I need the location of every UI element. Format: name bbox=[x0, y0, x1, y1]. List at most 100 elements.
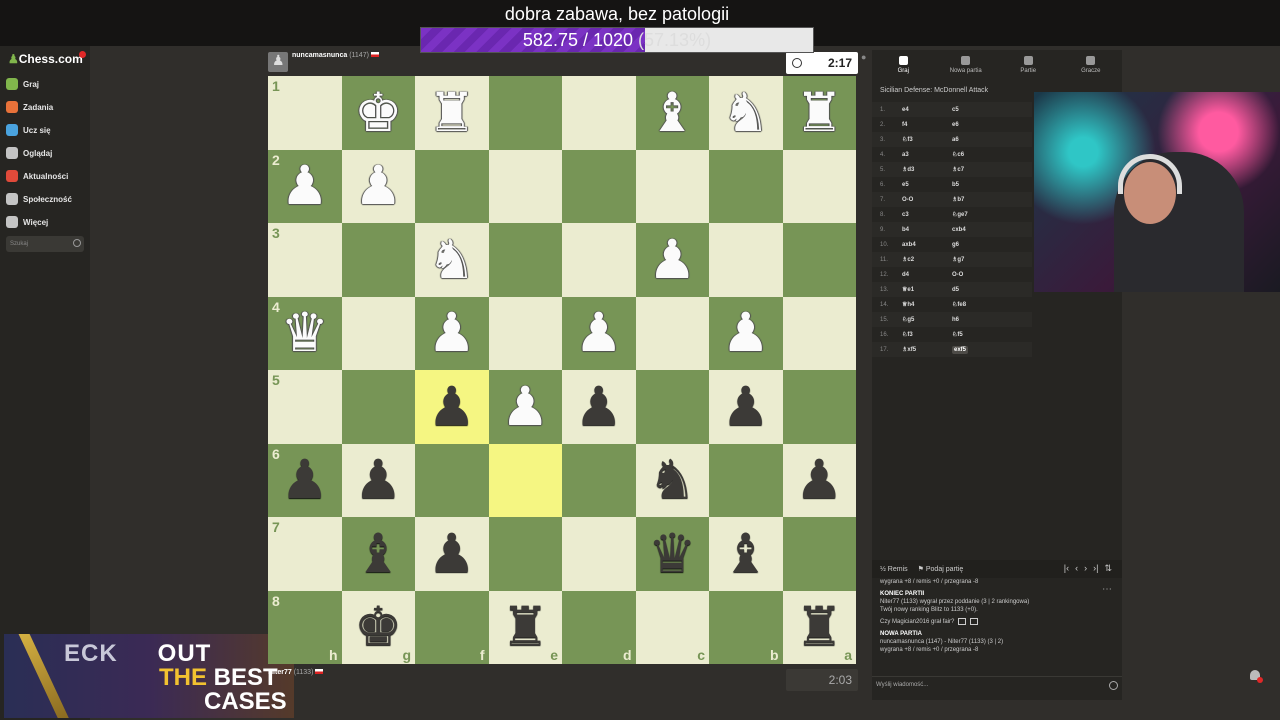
board-square[interactable]: ♟ bbox=[782, 443, 856, 517]
board-square[interactable] bbox=[488, 149, 562, 223]
board-square[interactable]: ♟ bbox=[488, 370, 562, 444]
board-square[interactable] bbox=[488, 76, 562, 150]
white-king-icon[interactable]: ♚ bbox=[354, 85, 402, 140]
white-move[interactable]: f4 bbox=[902, 122, 952, 128]
black-move[interactable]: ♗b7 bbox=[952, 196, 1002, 203]
emoji-icon[interactable] bbox=[1109, 681, 1118, 690]
board-square[interactable]: ♞ bbox=[415, 223, 489, 297]
black-pawn-icon[interactable]: ♟ bbox=[722, 379, 770, 434]
board-square[interactable]: c bbox=[635, 590, 709, 664]
next-move-icon[interactable]: › bbox=[1084, 563, 1087, 574]
board-square[interactable] bbox=[562, 76, 636, 150]
black-move[interactable]: ♗c7 bbox=[952, 166, 1002, 173]
black-rook-icon[interactable]: ♜ bbox=[795, 600, 843, 654]
chess-logo[interactable]: ♟Chess.com bbox=[8, 52, 83, 66]
black-move[interactable]: a6 bbox=[952, 137, 1002, 143]
board-square[interactable] bbox=[709, 149, 783, 223]
sidebar-item-5[interactable]: Społeczność bbox=[6, 189, 86, 209]
board-square[interactable]: 1 bbox=[268, 76, 342, 150]
board-square[interactable] bbox=[488, 296, 562, 370]
tab-3[interactable]: Gracze bbox=[1060, 50, 1123, 82]
white-move[interactable]: c3 bbox=[902, 212, 952, 218]
white-move[interactable]: e5 bbox=[902, 182, 952, 188]
white-move[interactable]: O-O bbox=[902, 197, 952, 203]
board-square[interactable] bbox=[488, 223, 562, 297]
tab-0[interactable]: Graj bbox=[872, 50, 935, 82]
sidebar-item-6[interactable]: Więcej bbox=[6, 212, 86, 232]
bottom-player-name[interactable]: Niter77 bbox=[268, 669, 292, 676]
white-pawn-icon[interactable]: ♟ bbox=[281, 159, 329, 213]
board-square[interactable]: ♞ bbox=[709, 76, 783, 150]
board-square[interactable]: b bbox=[709, 590, 783, 664]
black-pawn-icon[interactable]: ♟ bbox=[354, 453, 402, 507]
board-square[interactable]: ♟ bbox=[415, 517, 489, 591]
white-move[interactable]: ♗d3 bbox=[902, 166, 952, 173]
white-move[interactable]: e4 bbox=[902, 107, 952, 113]
close-icon[interactable]: ● bbox=[861, 52, 866, 62]
board-square[interactable]: ♟ bbox=[562, 370, 636, 444]
sidebar-item-2[interactable]: Ucz się bbox=[6, 120, 86, 140]
draw-button[interactable]: ½ Remis bbox=[880, 566, 908, 573]
last-move-icon[interactable]: ›| bbox=[1093, 563, 1098, 574]
black-rook-icon[interactable]: ♜ bbox=[501, 600, 549, 654]
board-square[interactable]: ♟ bbox=[415, 370, 489, 444]
tab-2[interactable]: Partie bbox=[997, 50, 1060, 82]
board-square[interactable] bbox=[782, 149, 856, 223]
black-move[interactable]: ♘f5 bbox=[952, 331, 1002, 338]
white-move[interactable]: d4 bbox=[902, 272, 952, 278]
black-move[interactable]: cxb4 bbox=[952, 227, 1002, 233]
thumbs-down-icon[interactable] bbox=[970, 618, 979, 625]
black-move[interactable]: exf5 bbox=[952, 345, 1002, 354]
board-square[interactable] bbox=[709, 443, 783, 517]
white-move[interactable]: ♕e1 bbox=[902, 286, 952, 293]
board-square[interactable]: ♜ bbox=[415, 76, 489, 150]
white-rook-icon[interactable]: ♜ bbox=[795, 85, 843, 140]
board-square[interactable] bbox=[488, 517, 562, 591]
white-move[interactable]: ♘g5 bbox=[902, 316, 952, 323]
board-square[interactable]: 8h bbox=[268, 590, 342, 664]
board-square[interactable]: g ♚ bbox=[341, 590, 415, 664]
black-move[interactable]: ♘ge7 bbox=[952, 211, 1002, 218]
white-move[interactable]: ♕h4 bbox=[902, 301, 952, 308]
search-icon[interactable] bbox=[73, 239, 81, 247]
chat-input[interactable]: Wyślij wiadomość... bbox=[872, 676, 1122, 694]
black-pawn-icon[interactable]: ♟ bbox=[281, 453, 329, 507]
board-square[interactable]: ♟ bbox=[341, 149, 415, 223]
black-move[interactable]: ♗g7 bbox=[952, 256, 1002, 263]
white-move[interactable]: axb4 bbox=[902, 242, 952, 248]
black-queen-icon[interactable]: ♛ bbox=[648, 526, 696, 581]
black-bishop-icon[interactable]: ♝ bbox=[354, 526, 402, 581]
board-square[interactable]: 7 bbox=[268, 517, 342, 591]
board-square[interactable] bbox=[341, 296, 415, 370]
board-square[interactable] bbox=[709, 223, 783, 297]
board-square[interactable]: ♟ bbox=[341, 443, 415, 517]
board-square[interactable] bbox=[562, 149, 636, 223]
sidebar-item-3[interactable]: Oglądaj bbox=[6, 143, 86, 163]
black-move[interactable]: b5 bbox=[952, 182, 1002, 188]
avatar[interactable] bbox=[268, 52, 288, 72]
black-pawn-icon[interactable]: ♟ bbox=[795, 453, 843, 507]
black-knight-icon[interactable]: ♞ bbox=[648, 453, 696, 507]
prev-move-icon[interactable]: ‹ bbox=[1075, 563, 1078, 574]
board-square[interactable]: ♛ bbox=[635, 517, 709, 591]
board-square[interactable]: d bbox=[562, 590, 636, 664]
board-square[interactable]: ♝ bbox=[341, 517, 415, 591]
board-square[interactable]: ♝ bbox=[709, 517, 783, 591]
board-square[interactable]: 6 ♟ bbox=[268, 443, 342, 517]
black-pawn-icon[interactable]: ♟ bbox=[428, 379, 476, 434]
board-square[interactable] bbox=[562, 517, 636, 591]
board-square[interactable] bbox=[488, 443, 562, 517]
chess-board[interactable]: 1 ♚ ♜ ♝ ♞ ♜ 2 ♟ ♟ 3 ♞ ♟ 4 ♛ ♟ ♟ ♟ 5 ♟ ♟ ♟ ♟ 6 ♟ ♟ ♞ ♟ 7 ♝ ♟ ♛ ♝ 8 h g ♚ f e ♜ d… bbox=[268, 76, 856, 664]
thumbs-up-icon[interactable] bbox=[958, 618, 967, 625]
black-move[interactable]: ♘fe8 bbox=[952, 301, 1002, 308]
more-options-icon[interactable]: ⋯ bbox=[1102, 584, 1112, 595]
board-square[interactable]: ♟ bbox=[709, 370, 783, 444]
white-move[interactable]: ♗c2 bbox=[902, 256, 952, 263]
board-square[interactable]: ♝ bbox=[635, 76, 709, 150]
board-square[interactable] bbox=[562, 223, 636, 297]
board-square[interactable] bbox=[782, 296, 856, 370]
white-pawn-icon[interactable]: ♟ bbox=[648, 232, 696, 287]
white-move[interactable]: ♘f3 bbox=[902, 331, 952, 338]
board-square[interactable] bbox=[415, 443, 489, 517]
black-pawn-icon[interactable]: ♟ bbox=[575, 379, 623, 434]
